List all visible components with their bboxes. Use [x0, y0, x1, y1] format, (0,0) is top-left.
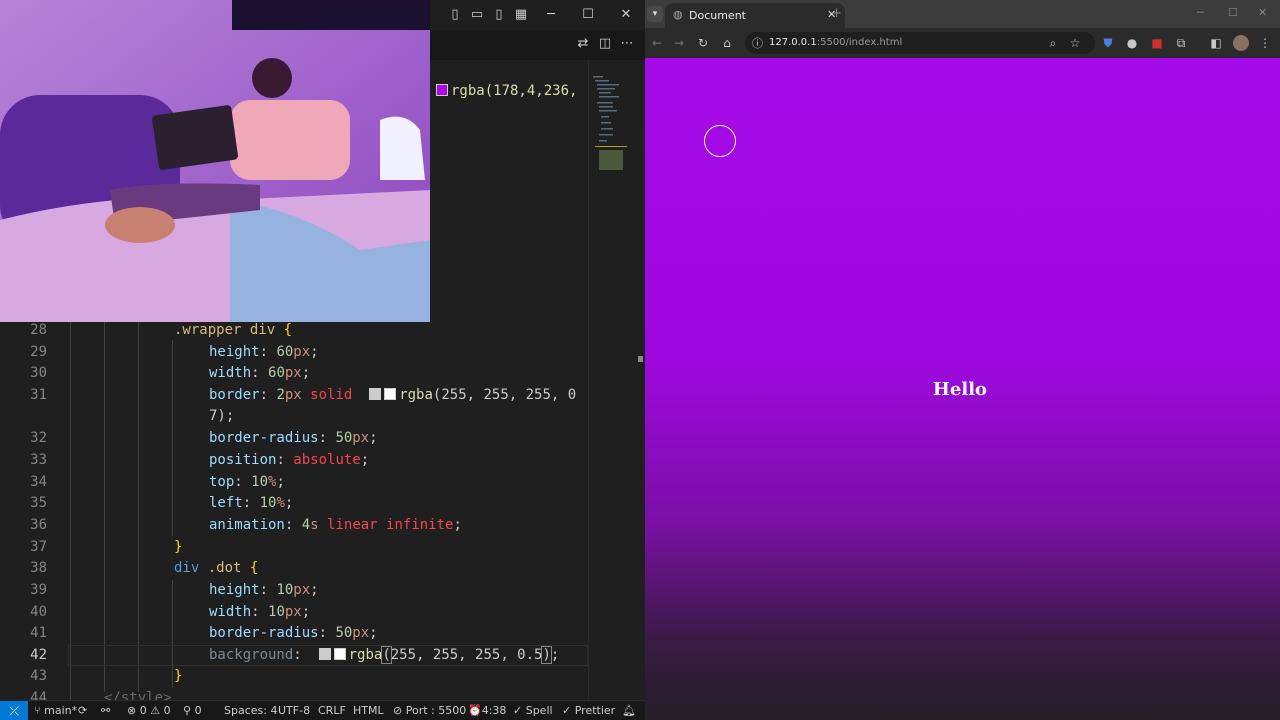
side-panel-icon[interactable]: ◧ — [1206, 28, 1226, 58]
code-line-33: position: absolute; — [209, 452, 370, 468]
line-number: 34 — [30, 474, 47, 490]
profile-avatar[interactable] — [1233, 35, 1249, 51]
extension-circle-icon[interactable]: ● — [1122, 28, 1142, 58]
code-line-top: rgba(178,4,236, — [436, 83, 577, 99]
browser-minimize-button[interactable]: ─ — [1197, 6, 1204, 19]
line-number-current: 42 — [30, 647, 47, 663]
line-number: 32 — [30, 430, 47, 446]
line-number: 29 — [30, 344, 47, 360]
code-line-38: div .dot { — [174, 560, 259, 576]
line-number: 30 — [30, 365, 47, 381]
more-actions-icon[interactable]: ⋯ — [616, 30, 638, 58]
new-tab-icon[interactable]: + — [831, 6, 842, 21]
line-number: 37 — [30, 539, 47, 555]
eol-indicator[interactable]: CRLF — [318, 701, 346, 720]
color-swatch[interactable] — [369, 388, 382, 400]
zoom-icon[interactable]: ⌕ — [1043, 28, 1063, 58]
bookmark-star-icon[interactable]: ☆ — [1065, 28, 1085, 58]
code-line-35: left: 10%; — [209, 495, 294, 511]
browser-toolbar: ← → ↻ ⌂ ⓘ 127.0.0.1:5500/index.html ⌕ ☆ … — [645, 28, 1280, 58]
code-line-43: } — [174, 668, 183, 684]
url-text: 127.0.0.1:5500/index.html — [769, 37, 903, 48]
animated-circle — [704, 125, 736, 157]
line-number: 31 — [30, 387, 47, 403]
color-swatch[interactable] — [333, 648, 346, 660]
code-line-32: border-radius: 50px; — [209, 430, 378, 446]
color-swatch[interactable] — [384, 388, 397, 400]
code-line-29: height: 60px; — [209, 344, 319, 360]
language-mode[interactable]: HTML — [353, 701, 384, 720]
liveshare-icon[interactable]: ⚯ — [101, 701, 110, 720]
branch-indicator[interactable]: ⑂ main* — [34, 701, 77, 720]
remote-indicator-icon[interactable]: ⤫ — [0, 701, 28, 720]
line-number: 40 — [30, 604, 47, 620]
maximize-button[interactable]: ☐ — [577, 0, 599, 30]
close-button[interactable]: ✕ — [615, 0, 637, 30]
notifications-bell-icon[interactable]: 🔔︎ — [622, 701, 636, 720]
color-swatch[interactable] — [436, 84, 448, 96]
code-line-36: animation: 4s linear infinite; — [209, 517, 462, 533]
ports-indicator[interactable]: ⚲ 0 — [183, 701, 202, 720]
line-number: 36 — [30, 517, 47, 533]
code-line-31: border: 2px solid rgba(255, 255, 255, 0 — [209, 387, 577, 403]
browser-window: ▾ ◍ Document ✕ + ─ ☐ ✕ ← → ↻ ⌂ ⓘ 127.0.0… — [645, 0, 1280, 720]
line-number: 43 — [30, 668, 47, 684]
browser-tab[interactable]: ◍ Document ✕ — [665, 3, 845, 28]
extension-shield-icon[interactable]: ⛊ — [1098, 28, 1118, 58]
minimap[interactable] — [588, 60, 635, 700]
vscode-window: ▯ ▭ ▯ ▦ ─ ☐ ✕ ⇄ ◫ ⋯ rgba(178,4,236, 28 2… — [0, 0, 645, 720]
page-heading: Hello — [932, 379, 988, 400]
split-editor-icon[interactable]: ◫ — [594, 30, 616, 58]
browser-tab-strip: ▾ ◍ Document ✕ + ─ ☐ ✕ — [645, 0, 1280, 28]
browser-menu-icon[interactable]: ⋮ — [1255, 28, 1275, 58]
color-swatch[interactable] — [318, 648, 331, 660]
extension-red-icon[interactable]: ■ — [1147, 28, 1167, 58]
problems-indicator[interactable]: ⊗ 0 ⚠ 0 — [127, 701, 171, 720]
layout-sidebar-right-icon[interactable]: ▯ — [488, 0, 510, 30]
indentation-indicator[interactable]: Spaces: 4 — [224, 701, 277, 720]
browser-close-button[interactable]: ✕ — [1258, 6, 1267, 19]
layout-panel-icon[interactable]: ▭ — [466, 0, 488, 30]
reload-icon[interactable]: ↻ — [693, 28, 713, 58]
editor-scrollbar[interactable] — [634, 60, 645, 700]
code-line-31-wrap: 7); — [209, 408, 235, 424]
line-number: 35 — [30, 495, 47, 511]
spell-check[interactable]: ✓ Spell — [513, 701, 553, 720]
back-icon[interactable]: ← — [647, 28, 667, 58]
code-line-42: background: rgba(255, 255, 255, 0.5); — [209, 646, 560, 664]
tab-title: Document — [689, 9, 746, 22]
line-number: 33 — [30, 452, 47, 468]
extensions-puzzle-icon[interactable]: ⧉ — [1171, 28, 1191, 58]
forward-icon[interactable]: → — [669, 28, 689, 58]
line-number: 28 — [30, 322, 47, 338]
encoding-indicator[interactable]: UTF-8 — [278, 701, 310, 720]
code-line-34: top: 10%; — [209, 474, 285, 490]
webcam-overlay — [0, 0, 430, 322]
line-number: 38 — [30, 560, 47, 576]
sync-icon[interactable]: ⟳ — [78, 701, 87, 720]
home-icon[interactable]: ⌂ — [717, 28, 737, 58]
code-line-37: } — [174, 539, 183, 555]
open-changes-icon[interactable]: ⇄ — [572, 30, 594, 58]
timer-indicator[interactable]: ⏰4:38 — [468, 701, 506, 720]
prettier-indicator[interactable]: ✓ Prettier — [562, 701, 615, 720]
code-line-40: width: 10px; — [209, 604, 311, 620]
customize-layout-icon[interactable]: ▦ — [510, 0, 532, 30]
code-line-28: .wrapper div { — [174, 322, 293, 338]
line-number: 39 — [30, 582, 47, 598]
site-info-icon[interactable]: ⓘ — [752, 35, 763, 51]
code-line-41: border-radius: 50px; — [209, 625, 378, 641]
live-server-port[interactable]: ⊘ Port : 5500 — [393, 701, 466, 720]
status-bar: ⤫ ⑂ main* ⟳ ⚯ ⊗ 0 ⚠ 0 ⚲ 0 Spaces: 4 UTF-… — [0, 700, 645, 720]
page-viewport: Hello — [645, 58, 1280, 720]
tab-search-icon[interactable]: ▾ — [647, 6, 663, 22]
line-number: 41 — [30, 625, 47, 641]
layout-sidebar-left-icon[interactable]: ▯ — [444, 0, 466, 30]
globe-icon: ◍ — [673, 8, 683, 21]
browser-maximize-button[interactable]: ☐ — [1228, 6, 1238, 19]
code-line-30: width: 60px; — [209, 365, 311, 381]
minimize-button[interactable]: ─ — [540, 0, 562, 30]
code-line-39: height: 10px; — [209, 582, 319, 598]
